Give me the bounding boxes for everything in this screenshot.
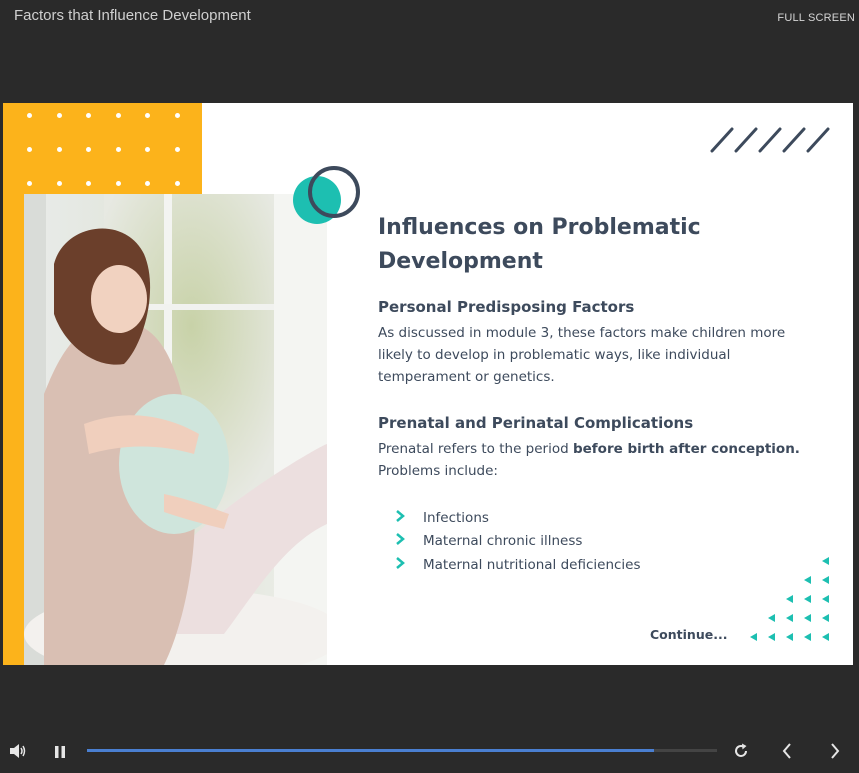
decor-triangle	[822, 614, 829, 622]
decor-triangle	[804, 633, 811, 641]
decor-dot	[86, 181, 91, 186]
decor-dot	[145, 113, 150, 118]
decor-triangle	[804, 614, 811, 622]
list-item: Maternal nutritional deficiencies	[395, 553, 641, 577]
decor-dot	[115, 147, 121, 152]
pause-icon[interactable]	[54, 744, 66, 763]
list-item-label: Maternal nutritional deficiencies	[423, 556, 641, 573]
decor-triangle	[786, 614, 793, 622]
decor-dot	[145, 147, 150, 152]
section-body-personal-factors: As discussed in module 3, these factors …	[378, 325, 786, 385]
progress-bar-fill	[87, 749, 654, 752]
ring-circle-decor	[308, 166, 360, 218]
problems-list: Infections Maternal chronic illness Mate…	[395, 506, 641, 577]
decor-triangle	[786, 595, 793, 603]
decor-dot	[174, 181, 180, 186]
slash-lines-decor	[710, 127, 830, 153]
list-item: Infections	[395, 506, 641, 530]
section-body-prenatal: Prenatal refers to the period before bir…	[378, 438, 818, 482]
prenatal-text-suffix: Problems include:	[378, 463, 498, 479]
chevron-right-icon[interactable]	[829, 743, 841, 763]
decor-dot	[115, 181, 121, 186]
course-title: Factors that Influence Development	[14, 7, 251, 24]
slide-photo	[24, 194, 327, 665]
decor-dot	[86, 147, 91, 152]
decor-dot	[174, 147, 180, 152]
decor-triangle	[822, 595, 829, 603]
chevron-right-bullet-icon	[395, 509, 423, 526]
list-item: Maternal chronic illness	[395, 530, 641, 554]
pregnant-woman-illustration	[24, 194, 327, 665]
decor-triangle	[750, 633, 757, 641]
decor-triangle	[822, 633, 829, 641]
decor-dot	[86, 113, 91, 118]
decor-dot	[27, 181, 32, 186]
decor-triangle	[822, 557, 829, 565]
decor-triangle	[786, 633, 793, 641]
section-title-personal-factors: Personal Predisposing Factors	[378, 298, 635, 316]
decor-triangle	[804, 595, 811, 603]
progress-bar[interactable]	[87, 749, 717, 752]
player-controls	[0, 735, 859, 773]
decor-dot	[56, 147, 62, 152]
list-item-label: Maternal chronic illness	[423, 533, 583, 550]
chevron-right-bullet-icon	[395, 556, 423, 573]
decor-triangle	[822, 576, 829, 584]
slide-heading: Influences on Problematic Development	[378, 215, 701, 274]
top-bar: Factors that Influence Development FULL …	[0, 0, 859, 40]
fullscreen-button[interactable]: FULL SCREEN	[777, 12, 855, 24]
decor-triangle	[804, 576, 811, 584]
decor-dot	[27, 113, 32, 118]
list-item-label: Infections	[423, 509, 489, 526]
volume-icon[interactable]	[9, 743, 27, 763]
triangle-pattern-decor	[750, 557, 829, 641]
decor-dot	[174, 113, 180, 118]
decor-dot	[56, 181, 62, 186]
decor-triangle	[768, 633, 775, 641]
prenatal-text-prefix: Prenatal refers to the period	[378, 441, 573, 457]
decor-dot	[115, 113, 121, 118]
chevron-left-icon[interactable]	[781, 743, 793, 763]
decor-dot	[56, 113, 62, 118]
chevron-right-bullet-icon	[395, 533, 423, 549]
continue-button[interactable]: Continue...	[650, 627, 727, 642]
slide: Influences on Problematic Development Pe…	[3, 103, 853, 665]
prenatal-text-bold: before birth after conception.	[572, 441, 800, 457]
decor-dot	[27, 147, 32, 152]
decor-dot	[145, 181, 150, 186]
decor-triangle	[768, 614, 775, 622]
section-title-prenatal: Prenatal and Perinatal Complications	[378, 414, 694, 432]
replay-icon[interactable]	[733, 743, 749, 763]
